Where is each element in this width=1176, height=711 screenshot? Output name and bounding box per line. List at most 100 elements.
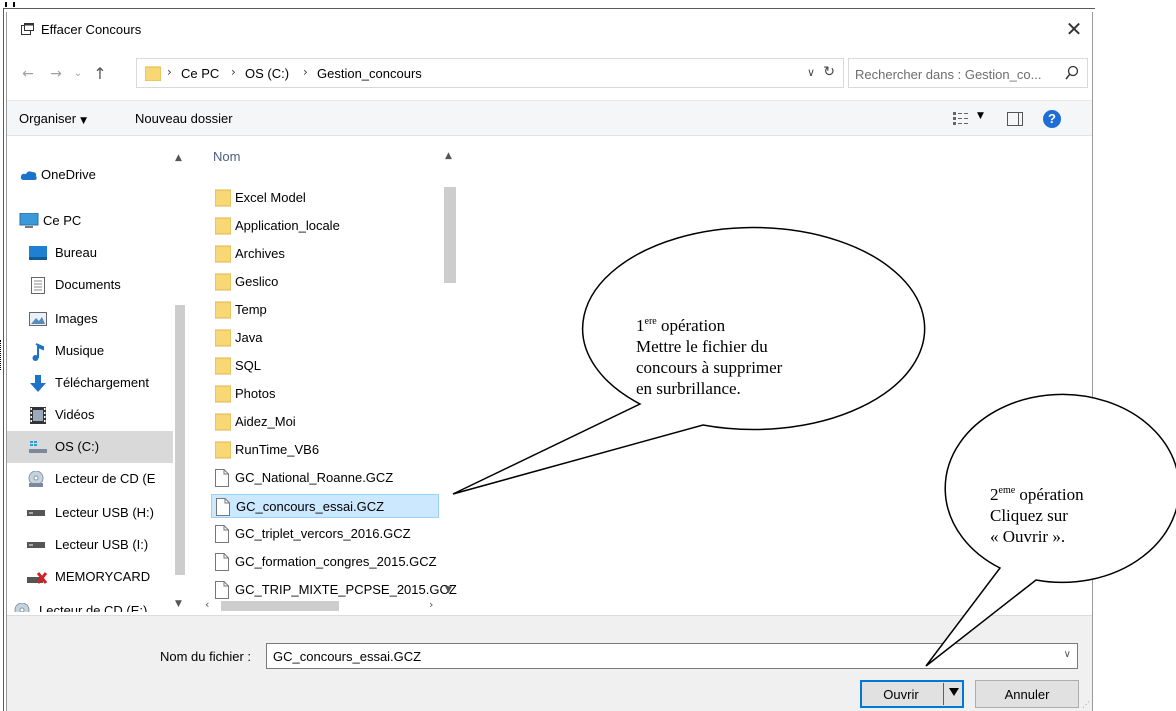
nav-item-cd-drive-e[interactable]: Lecteur de CD (E:) bbox=[7, 595, 173, 612]
scroll-down-icon[interactable]: ▼ bbox=[175, 599, 182, 609]
folder-icon bbox=[214, 273, 232, 294]
nav-item-onedrive[interactable]: OneDrive bbox=[7, 159, 173, 189]
nav-item-usb-i[interactable]: Lecteur USB (I:) bbox=[7, 529, 173, 559]
view-options-icon[interactable] bbox=[953, 112, 971, 126]
folder-row[interactable]: SQL bbox=[211, 354, 439, 378]
organize-menu-button[interactable]: Organiser ▼ bbox=[19, 111, 87, 126]
search-icon[interactable] bbox=[1065, 65, 1079, 81]
preview-pane-icon[interactable] bbox=[1007, 112, 1023, 126]
file-list-vertical-scrollbar[interactable]: ▲ ▼ bbox=[441, 137, 459, 599]
cancel-button-label: Annuler bbox=[1004, 687, 1050, 702]
file-icon bbox=[216, 498, 230, 519]
scroll-up-icon[interactable]: ▲ bbox=[445, 151, 452, 161]
file-row[interactable]: GC_triplet_vercors_2016.GCZ bbox=[211, 522, 439, 546]
close-icon[interactable]: ✕ bbox=[1062, 18, 1086, 42]
command-toolbar: Organiser ▼ Nouveau dossier ▼ ? bbox=[7, 100, 1092, 136]
breadcrumb-separator-icon: › bbox=[303, 65, 308, 79]
folder-icon bbox=[214, 357, 232, 378]
filename-field[interactable] bbox=[273, 648, 1043, 664]
folder-row[interactable]: Excel Model bbox=[211, 186, 439, 210]
column-header-name[interactable]: Nom bbox=[203, 137, 443, 171]
nav-item-bureau[interactable]: Bureau bbox=[7, 237, 173, 267]
folder-icon bbox=[214, 385, 232, 406]
forward-arrow-icon[interactable]: → bbox=[47, 64, 65, 84]
search-input[interactable] bbox=[855, 65, 1055, 83]
breadcrumb-separator-icon: › bbox=[231, 65, 236, 79]
folder-row[interactable]: Photos bbox=[211, 382, 439, 406]
file-list-horizontal-scrollbar[interactable]: ‹ › bbox=[203, 598, 441, 613]
documents-icon bbox=[31, 277, 45, 294]
address-bar[interactable]: › Ce PC › OS (C:) › Gestion_concours ∨ ↻ bbox=[136, 58, 844, 88]
nav-label: OneDrive bbox=[41, 167, 96, 182]
up-arrow-icon[interactable]: ↑ bbox=[91, 64, 109, 84]
folder-row[interactable]: Application_locale bbox=[211, 214, 439, 238]
resize-grip-icon[interactable]: ⋰ bbox=[1082, 700, 1090, 709]
cancel-button[interactable]: Annuler bbox=[975, 680, 1079, 708]
nav-label: OS (C:) bbox=[55, 439, 100, 454]
folder-row[interactable]: RunTime_VB6 bbox=[211, 438, 439, 462]
callout-2-heading-text: opération bbox=[1015, 485, 1084, 504]
music-icon bbox=[32, 343, 44, 361]
folder-row[interactable]: Archives bbox=[211, 242, 439, 266]
file-row[interactable]: GC_National_Roanne.GCZ bbox=[211, 466, 439, 490]
usb-drive-icon bbox=[27, 542, 45, 548]
nav-item-cd-drive[interactable]: Lecteur de CD (E bbox=[7, 463, 173, 493]
back-arrow-icon[interactable]: ← bbox=[19, 64, 37, 84]
file-icon bbox=[215, 469, 229, 490]
scroll-right-icon[interactable]: › bbox=[429, 598, 433, 611]
dialog-bottom-bar: Nom du fichier : ∨ Ouvrir Annuler ⋰ bbox=[7, 615, 1092, 711]
folder-row[interactable]: Aidez_Moi bbox=[211, 410, 439, 434]
folder-row[interactable]: Java bbox=[211, 326, 439, 350]
address-row: ← → ⌄ ↑ › Ce PC › OS (C:) › Gestion_conc… bbox=[7, 58, 1092, 90]
file-name-label: SQL bbox=[235, 358, 262, 373]
nav-label: Documents bbox=[55, 277, 121, 292]
nav-item-videos[interactable]: Vidéos bbox=[7, 399, 173, 429]
refresh-icon[interactable]: ↻ bbox=[823, 64, 835, 80]
callout-2-heading: 2eme opération bbox=[990, 484, 1084, 505]
nav-item-usb-h[interactable]: Lecteur USB (H:) bbox=[7, 497, 173, 527]
open-dropdown-arrow-icon[interactable] bbox=[949, 688, 959, 696]
breadcrumb-os-c[interactable]: OS (C:) bbox=[245, 66, 289, 81]
nav-item-documents[interactable]: Documents bbox=[7, 269, 173, 299]
drive-icon bbox=[29, 441, 47, 453]
nav-item-images[interactable]: Images bbox=[7, 303, 173, 333]
address-dropdown-chevron-icon[interactable]: ∨ bbox=[807, 66, 815, 79]
nav-item-memorycard[interactable]: MEMORYCARD bbox=[7, 561, 173, 591]
nav-scrollbar[interactable]: ▲ ▼ bbox=[173, 137, 187, 612]
file-row[interactable]: GC_formation_congres_2015.GCZ bbox=[211, 550, 439, 574]
margin-mark bbox=[0, 340, 2, 370]
nav-label: Lecteur de CD (E:) bbox=[39, 603, 148, 612]
folder-row[interactable]: Temp bbox=[211, 298, 439, 322]
callout-1-ordinal-suffix: ere bbox=[644, 316, 657, 327]
folder-row[interactable]: Geslico bbox=[211, 270, 439, 294]
open-split-button[interactable]: Ouvrir bbox=[860, 680, 964, 708]
nav-label: Musique bbox=[55, 343, 105, 358]
scroll-up-icon[interactable]: ▲ bbox=[175, 153, 182, 163]
view-dropdown-caret-icon[interactable]: ▼ bbox=[977, 111, 984, 121]
callout-1-heading-text: opération bbox=[656, 316, 726, 335]
split-divider bbox=[943, 683, 944, 705]
nav-item-telechargement[interactable]: Téléchargement bbox=[7, 367, 173, 397]
filename-combobox[interactable]: ∨ bbox=[266, 643, 1078, 669]
nav-label: Lecteur de CD (E bbox=[55, 471, 156, 486]
scroll-down-icon[interactable]: ▼ bbox=[445, 585, 452, 595]
breadcrumb-gestion-concours[interactable]: Gestion_concours bbox=[317, 66, 422, 81]
cd-drive-icon bbox=[28, 471, 44, 487]
nav-scroll-thumb[interactable] bbox=[175, 305, 185, 575]
filename-dropdown-chevron-icon[interactable]: ∨ bbox=[1064, 649, 1071, 660]
new-folder-button[interactable]: Nouveau dossier bbox=[135, 111, 233, 126]
file-list-scroll-thumb[interactable] bbox=[444, 187, 456, 283]
search-box[interactable] bbox=[848, 58, 1088, 88]
open-button-label[interactable]: Ouvrir bbox=[861, 687, 941, 702]
help-icon[interactable]: ? bbox=[1043, 110, 1061, 128]
nav-item-ce-pc[interactable]: Ce PC bbox=[7, 205, 173, 235]
horizontal-scroll-thumb[interactable] bbox=[221, 601, 339, 611]
address-folder-icon bbox=[145, 66, 161, 81]
file-row[interactable]: GC_concours_essai.GCZ bbox=[211, 494, 439, 518]
recent-chevron-down-icon[interactable]: ⌄ bbox=[69, 64, 87, 84]
breadcrumb-ce-pc[interactable]: Ce PC bbox=[181, 66, 219, 81]
nav-item-musique[interactable]: Musique bbox=[7, 335, 173, 365]
nav-item-os-c[interactable]: OS (C:) bbox=[7, 431, 173, 463]
scroll-left-icon[interactable]: ‹ bbox=[205, 598, 209, 611]
file-name-label: Geslico bbox=[235, 274, 279, 289]
